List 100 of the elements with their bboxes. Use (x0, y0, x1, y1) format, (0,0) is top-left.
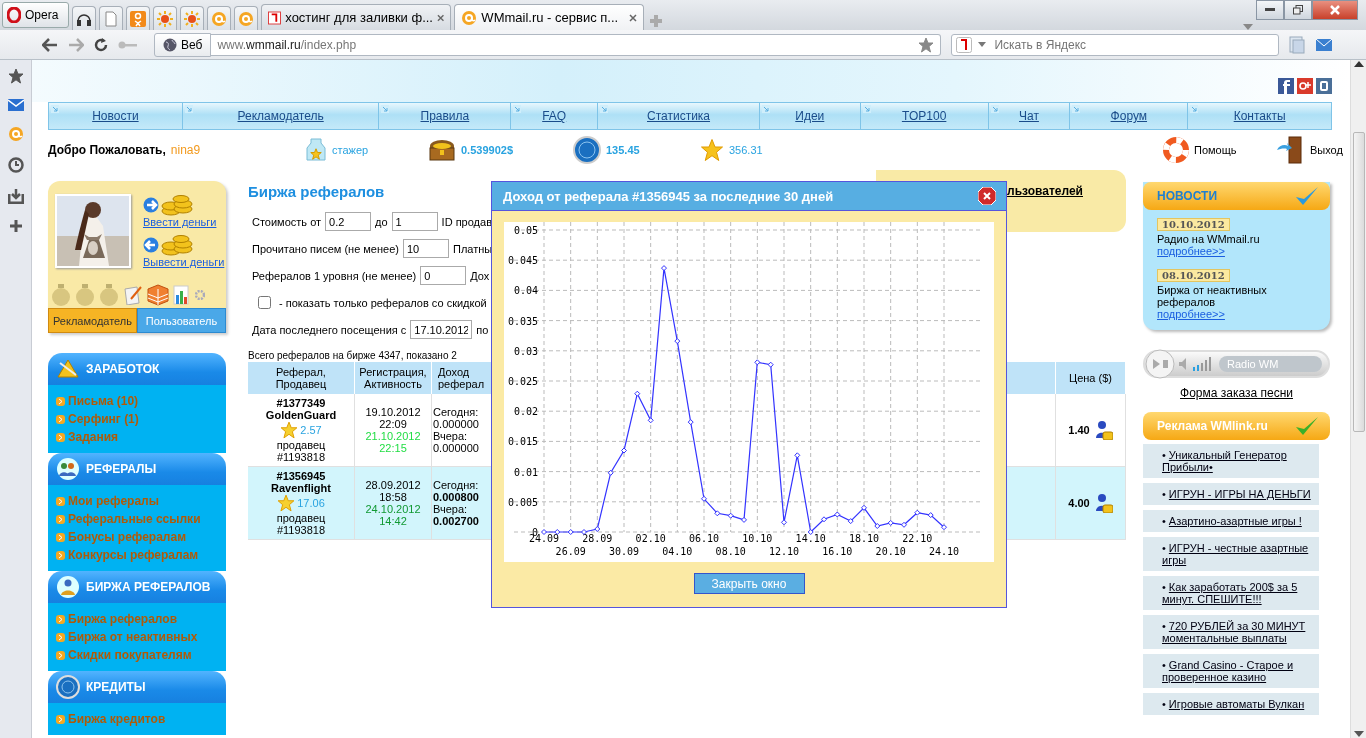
social-icon[interactable] (1278, 78, 1294, 94)
status-text: стажер (332, 144, 369, 156)
input-field[interactable]: 1 (391, 212, 438, 231)
field-label: - показать только рефералов со скидкой (279, 296, 487, 309)
account-tab[interactable]: Рекламодатель (48, 308, 137, 333)
close-icon[interactable] (629, 13, 638, 22)
section-title: КРЕДИТЫ (86, 680, 146, 694)
data-point (701, 495, 707, 502)
activity-date: 21.10.2012 (365, 430, 421, 442)
bullet-icon (56, 632, 65, 642)
link[interactable]: Ввести деньги (143, 216, 225, 228)
menu-button[interactable]: Opera (2, 2, 70, 28)
ad-link[interactable]: • 720 РУБЛЕЙ за 30 МИНУТ моментальные выплаты (1162, 620, 1313, 644)
registration-time: 22:09 (379, 418, 407, 430)
axis-label: 0.005 (507, 496, 538, 508)
seller-id: #1193818 (276, 451, 326, 463)
input-field[interactable]: 10 (402, 239, 449, 258)
reload-icon[interactable] (94, 37, 108, 52)
data-point (901, 521, 907, 528)
download-icon[interactable] (7, 188, 24, 204)
data-point (554, 529, 561, 535)
up-arrow-icon[interactable] (1353, 60, 1364, 68)
down-arrow-icon[interactable] (1353, 730, 1364, 738)
input-field[interactable]: 0 (420, 266, 467, 285)
link[interactable]: Вывести деньги (143, 256, 225, 268)
data-point (714, 510, 721, 517)
nav-link[interactable]: Идеи (759, 103, 861, 129)
scrollbar-thumb[interactable] (1352, 132, 1365, 432)
lifebuoy-icon (1163, 137, 1189, 163)
axis-label: 16.10 (822, 546, 853, 557)
song-request-link[interactable]: Форма заказа песни (1180, 386, 1293, 400)
clock-icon[interactable] (7, 157, 24, 173)
nav-link[interactable]: Новости (49, 103, 183, 129)
input-field[interactable]: 0.2 (325, 212, 372, 231)
close-icon[interactable] (437, 13, 445, 22)
data-point (674, 338, 681, 345)
search-bar[interactable]: Искать в Яндекс (951, 33, 1280, 56)
close-button[interactable] (1312, 0, 1358, 20)
corner-arrow-icon (51, 105, 59, 113)
ad-link[interactable]: • Азартино-азартные игры ! (1162, 515, 1313, 527)
nav-link[interactable]: FAQ (511, 103, 599, 129)
back-icon[interactable] (42, 37, 58, 52)
social-icon[interactable] (1297, 78, 1313, 94)
ad-link[interactable]: • ИГРУН - ИГРЫ НА ДЕНЬГИ (1162, 488, 1313, 500)
star-icon[interactable] (918, 36, 935, 53)
nav-link[interactable]: Контакты (1188, 103, 1331, 129)
ad-link[interactable]: • ИГРУН - честные азартные игры (1162, 542, 1313, 566)
data-point (887, 519, 894, 526)
data-point (621, 447, 627, 454)
browser-tab[interactable]: хостинг для заливки ф... (261, 4, 452, 30)
bullet-icon (56, 532, 65, 542)
ad-link[interactable]: • Уникальный Генератор Прибыли• (1162, 449, 1313, 473)
address-field[interactable]: www.wmmail.ru/index.php (211, 33, 942, 56)
corner-arrow-icon (184, 105, 193, 113)
referral-name: GoldenGuard (265, 409, 337, 421)
help-link[interactable]: Помощь (1163, 137, 1275, 163)
minimize-button[interactable] (1256, 0, 1284, 20)
logout-link[interactable]: Выход (1275, 136, 1350, 164)
field-label: ID продав (441, 215, 492, 228)
checkbox[interactable] (258, 296, 271, 309)
star-icon[interactable] (7, 68, 24, 84)
notepad-icon[interactable] (123, 284, 143, 305)
maximize-button[interactable] (1284, 0, 1312, 20)
scrollbar[interactable] (1350, 60, 1366, 738)
plus-icon[interactable] (8, 219, 23, 233)
rating-value: 2.57 (300, 424, 322, 436)
column-header: Реферал, Продавец (248, 362, 355, 394)
data-point (581, 529, 587, 535)
browser-tab[interactable]: WMmail.ru - сервис п... (454, 4, 645, 30)
play-icon[interactable] (1145, 349, 1175, 379)
nav-link[interactable]: Статистика (598, 103, 760, 129)
web-button[interactable]: Веб (154, 32, 212, 57)
ad-link[interactable]: • Игровые автоматы Вулкан (1162, 698, 1313, 710)
read-more-link[interactable]: подробнее>> (1157, 308, 1225, 320)
link[interactable]: льзователей (1007, 184, 1083, 232)
data-point (661, 265, 667, 272)
browser-tab[interactable] (72, 6, 97, 30)
nav-link[interactable]: Чат (988, 103, 1071, 129)
axis-label: 24.10 (928, 546, 960, 557)
nav-link[interactable]: Форум (1070, 103, 1189, 129)
read-more-link[interactable]: подробнее>> (1157, 245, 1225, 257)
ad-link[interactable]: • Grand Casino - Старое и проверенное казино (1162, 659, 1313, 683)
page-title: Биржа рефералов (248, 183, 385, 200)
ad-link[interactable]: • Как заработать 200$ за 5 минут. СПЕШИТЕ!!! (1162, 581, 1313, 605)
bullet-icon (56, 614, 65, 624)
data-point (541, 529, 547, 535)
nav-link[interactable]: TOP100 (860, 103, 989, 129)
axis-label: 28.09 (582, 533, 613, 544)
tab-title: WMmail.ru - сервис п... (481, 10, 620, 25)
price-value: 4.00 (1068, 497, 1090, 509)
coins-icon (161, 234, 193, 256)
mail-icon[interactable] (7, 99, 24, 111)
input-field[interactable]: 17.10.2012 (410, 320, 473, 339)
bricks-icon[interactable] (147, 283, 169, 306)
nav-link[interactable]: Правила (379, 103, 512, 129)
nav-link[interactable]: Рекламодатель (182, 103, 380, 129)
social-icon[interactable] (1316, 78, 1332, 94)
bar-chart-icon[interactable] (173, 284, 191, 305)
star-icon (280, 421, 299, 439)
data-point (847, 518, 854, 525)
